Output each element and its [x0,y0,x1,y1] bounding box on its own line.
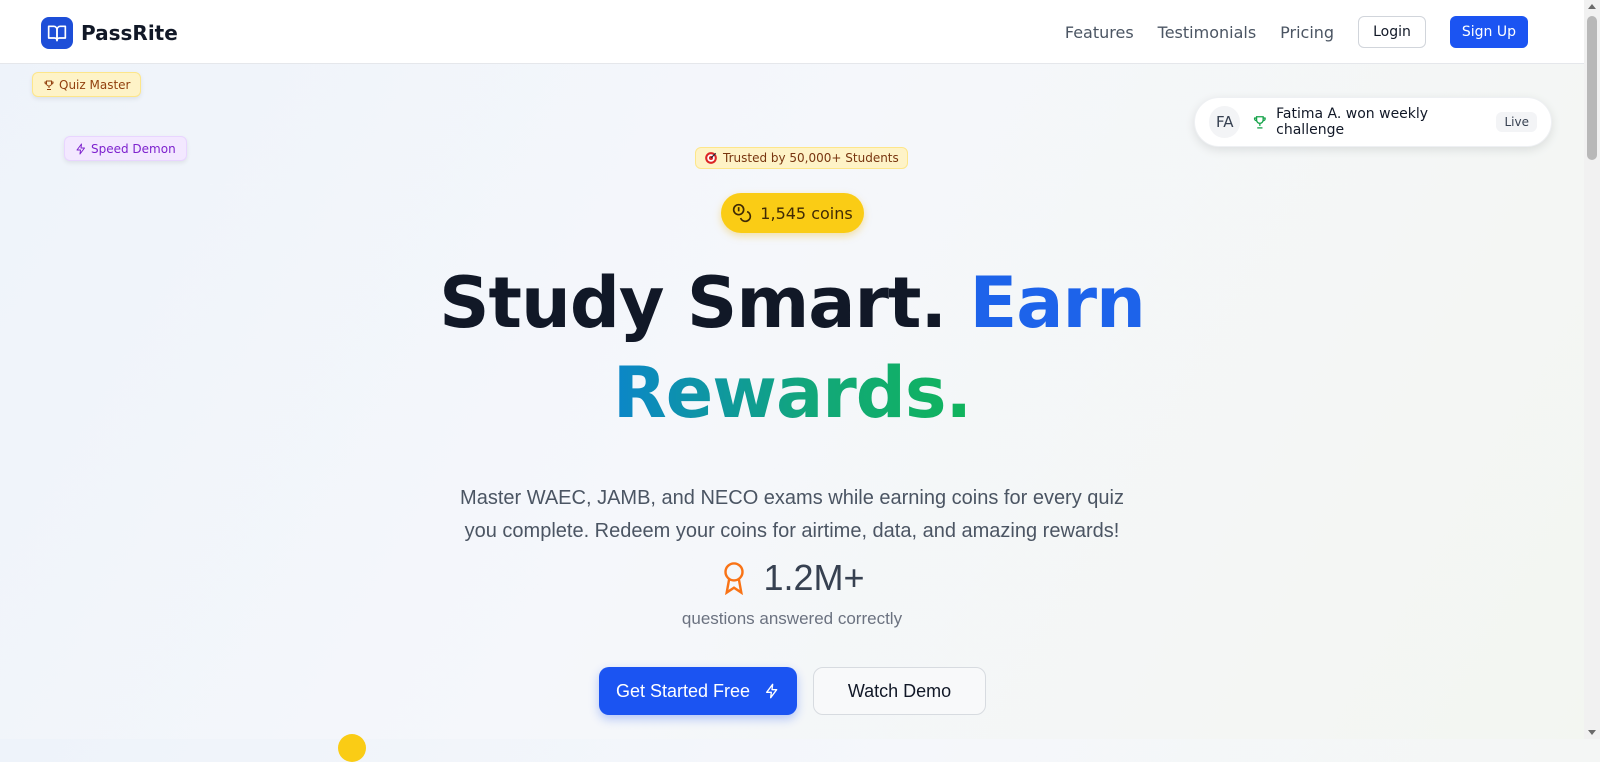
book-open-icon [41,17,73,49]
coins-icon [733,203,752,223]
get-started-button[interactable]: Get Started Free [599,667,797,715]
hero-headline-line1: Study Smart. Earn [0,262,1584,344]
target-icon [705,152,717,164]
lightning-icon [76,143,85,154]
trophy-icon [44,80,54,90]
brand-name: PassRite [81,21,178,45]
headline-rewards: Rewards. [612,352,972,434]
trusted-badge: Trusted by 50,000+ Students [695,147,908,169]
login-button[interactable]: Login [1358,16,1426,48]
award-ribbon-icon [724,562,745,595]
nav-link-testimonials[interactable]: Testimonials [1158,23,1257,42]
site-header: PassRite Features Testimonials Pricing L… [0,0,1584,64]
signup-button[interactable]: Sign Up [1449,16,1528,48]
nav-link-features[interactable]: Features [1065,23,1134,42]
watch-demo-button[interactable]: Watch Demo [813,667,986,715]
stat-block: 1.2M+ [0,557,1584,599]
lightning-icon [766,683,778,699]
speed-demon-badge: Speed Demon [64,136,187,161]
stat-value: 1.2M+ [763,557,865,598]
speed-demon-label: Speed Demon [91,141,176,156]
headline-study-smart: Study Smart. [439,262,947,344]
trophy-icon [1254,116,1267,129]
stat-label: questions answered correctly [681,609,903,628]
headline-earn: Earn [969,262,1145,344]
trusted-label: Trusted by 50,000+ Students [723,151,899,165]
live-badge: Live [1496,112,1537,132]
hero-subtitle: Master WAEC, JAMB, and NECO exams while … [460,487,1124,542]
scroll-up-icon[interactable] [1588,4,1596,9]
brand-logo[interactable]: PassRite [41,17,178,49]
get-started-label: Get Started Free [615,680,751,701]
hero-headline-line2: Rewards. [0,352,1584,434]
avatar: FA [1209,106,1241,138]
live-activity-message: Fatima A. won weekly challenge [1276,106,1429,138]
quiz-master-badge: Quiz Master [32,72,142,97]
quiz-master-label: Quiz Master [59,77,131,92]
nav-link-pricing[interactable]: Pricing [1280,23,1334,42]
scrollbar-thumb[interactable] [1587,16,1597,160]
scroll-down-icon[interactable] [1588,730,1596,735]
page-scrollbar[interactable] [1584,0,1600,739]
coins-label: 1,545 coins [760,203,853,223]
decorative-circle [338,734,366,762]
live-activity-card: FA Fatima A. won weekly challenge Live [1194,97,1552,147]
coins-balance: 1,545 coins [721,193,864,233]
main-nav: Features Testimonials Pricing Login Sign… [1065,16,1528,48]
